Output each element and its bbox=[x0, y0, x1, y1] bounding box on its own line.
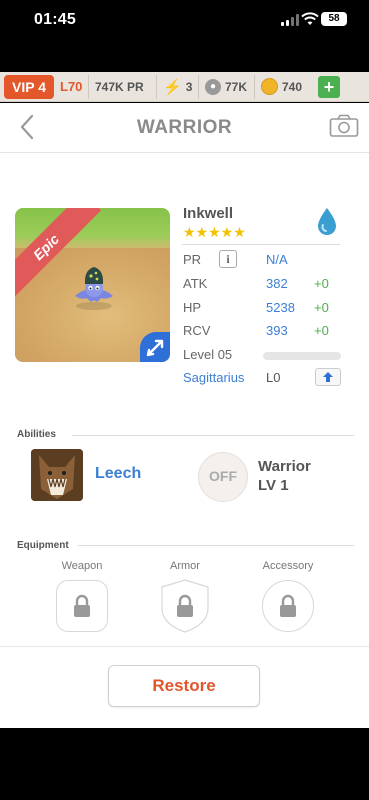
zodiac-level: L0 bbox=[266, 370, 281, 385]
stat-row-rcv: RCV 393 +0 bbox=[183, 321, 343, 341]
page-header: WARRIOR bbox=[0, 103, 369, 153]
pet-name: Inkwell bbox=[183, 205, 234, 222]
stat-row-pr: PR i N/A bbox=[183, 250, 343, 270]
stat-value: N/A bbox=[266, 252, 288, 267]
class-badge bbox=[140, 332, 170, 362]
lock-icon bbox=[177, 594, 193, 617]
star-rating: ★★★★★ bbox=[183, 224, 246, 240]
class-name: Warrior bbox=[258, 458, 311, 475]
lock-icon bbox=[74, 594, 90, 617]
ability-icon[interactable] bbox=[31, 449, 83, 501]
stat-label: ATK bbox=[183, 276, 208, 291]
sign-row: Sagittarius L0 bbox=[183, 368, 343, 388]
class-level: LV 1 bbox=[258, 477, 289, 494]
stat-bonus: +0 bbox=[314, 323, 329, 338]
stat-value: 5238 bbox=[266, 300, 295, 315]
wolf-icon bbox=[31, 449, 83, 501]
power-rating: 747K PR bbox=[88, 74, 156, 99]
armor-slot[interactable] bbox=[159, 579, 211, 633]
coin-icon bbox=[261, 78, 278, 95]
ability-name[interactable]: Leech bbox=[95, 465, 141, 483]
weapon-slot[interactable] bbox=[56, 580, 108, 632]
stat-value: 393 bbox=[266, 323, 288, 338]
slot-label-accessory: Accessory bbox=[262, 560, 314, 572]
player-level: L70 bbox=[60, 79, 83, 94]
camera-icon[interactable] bbox=[329, 114, 359, 138]
paw-value: 77K bbox=[225, 79, 248, 94]
footer-divider bbox=[0, 646, 369, 647]
level-progress-bar bbox=[263, 352, 341, 360]
zodiac-sign[interactable]: Sagittarius bbox=[183, 370, 244, 385]
slot-label-weapon: Weapon bbox=[61, 560, 103, 572]
restore-button[interactable]: Restore bbox=[108, 665, 260, 707]
off-label: OFF bbox=[209, 468, 237, 484]
page-title: WARRIOR bbox=[136, 117, 233, 138]
resource-bar: VIP 4 L70 747K PR ⚡ 3 ● 77K 740 + bbox=[0, 72, 369, 102]
level-label: Level 05 bbox=[183, 347, 233, 362]
abilities-divider bbox=[72, 435, 354, 436]
level-row: Level 05 bbox=[183, 345, 343, 365]
up-arrow-icon bbox=[323, 372, 333, 382]
screen: 01:45 58 VIP 4 L70 747K PR ⚡ 3 ● 77K 740… bbox=[0, 0, 369, 800]
stat-row-hp: HP 5238 +0 bbox=[183, 298, 343, 318]
signal-icon bbox=[281, 14, 299, 26]
creature-image bbox=[75, 267, 113, 310]
stat-label: PR bbox=[183, 252, 202, 267]
info-divider bbox=[182, 244, 340, 245]
equipment-divider bbox=[78, 545, 354, 546]
pet-card[interactable]: Epic bbox=[15, 208, 170, 362]
lock-icon bbox=[280, 594, 296, 617]
battery-icon: 58 bbox=[321, 12, 347, 26]
add-coins-button[interactable]: + bbox=[318, 75, 340, 98]
coin-counter[interactable]: 740 bbox=[254, 74, 316, 99]
vip-badge[interactable]: VIP 4 bbox=[4, 74, 54, 99]
arrow-icon bbox=[146, 339, 164, 357]
stat-value: 382 bbox=[266, 276, 288, 291]
equipment-title: Equipment bbox=[17, 540, 69, 551]
accessory-slot[interactable] bbox=[262, 580, 314, 632]
water-drop-icon bbox=[318, 208, 336, 235]
paw-counter[interactable]: ● 77K bbox=[198, 74, 254, 99]
main-content: WARRIOR Epic Inkwell ★★★★★ PR i N/A ATK … bbox=[0, 103, 369, 728]
abilities-title: Abilities bbox=[17, 429, 56, 440]
coin-value: 740 bbox=[282, 79, 303, 94]
class-ability-badge[interactable]: OFF bbox=[198, 452, 248, 502]
stat-label: HP bbox=[183, 300, 202, 315]
stat-row-atk: ATK 382 +0 bbox=[183, 274, 343, 294]
power-rating-value: 747K PR bbox=[95, 79, 144, 94]
lightning-icon: ⚡ bbox=[163, 78, 182, 96]
status-time: 01:45 bbox=[34, 11, 76, 28]
status-bar: 01:45 58 bbox=[0, 0, 369, 44]
upgrade-button[interactable] bbox=[315, 368, 341, 386]
energy-value: 3 bbox=[185, 79, 193, 94]
slot-label-armor: Armor bbox=[170, 560, 200, 572]
home-indicator bbox=[118, 785, 252, 790]
wifi-icon bbox=[301, 12, 319, 25]
stat-bonus: +0 bbox=[314, 276, 329, 291]
paw-icon: ● bbox=[205, 78, 221, 95]
stat-bonus: +0 bbox=[314, 300, 329, 315]
info-icon[interactable]: i bbox=[219, 250, 237, 268]
energy-counter[interactable]: ⚡ 3 bbox=[156, 74, 198, 99]
stat-label: RCV bbox=[183, 323, 211, 338]
